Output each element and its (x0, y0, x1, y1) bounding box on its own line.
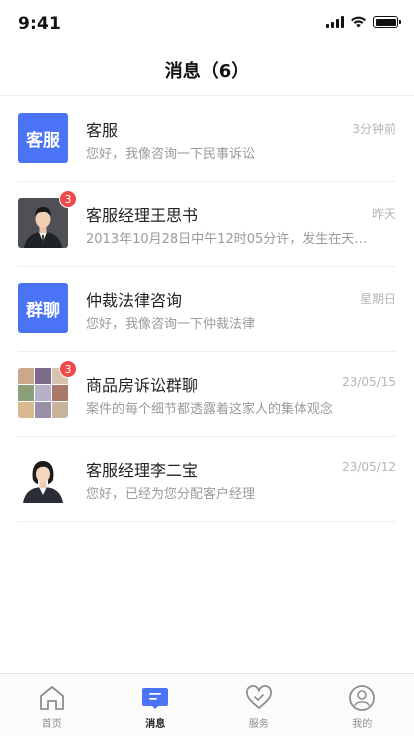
conversation-name: 客服经理李二宝 (86, 461, 199, 480)
battery-icon (373, 16, 401, 28)
status-icons (326, 16, 401, 28)
status-time: 9:41 (18, 14, 62, 34)
conversation-time: 23/05/15 (342, 375, 396, 389)
tab-home[interactable]: 首页 (0, 674, 104, 736)
avatar: 群聊 (18, 283, 68, 333)
conversation-time: 星期日 (359, 292, 396, 306)
avatar: 3 (18, 190, 77, 248)
conversation-item-arbitration[interactable]: 群聊 仲裁法律咨询 星期日 您好，我像咨询一下仲裁法律 (18, 267, 396, 352)
status-bar: 9:41 (0, 0, 414, 44)
conversation-name: 客服 (86, 121, 119, 140)
conversation-item-manager-wang[interactable]: 3 客服经理王思书 昨天 2013年10月28日中午12时05分许，发生在天… (18, 182, 396, 267)
conversation-time: 昨天 (371, 207, 396, 221)
avatar: 客服 (18, 113, 68, 163)
conversation-preview: 2013年10月28日中午12时05分许，发生在天… (86, 232, 368, 247)
tab-label: 首页 (41, 719, 62, 730)
group-avatar-icon (18, 368, 68, 418)
message-icon (140, 683, 170, 713)
avatar-tile: 客服 (18, 113, 68, 163)
home-icon (37, 683, 67, 713)
tab-label: 服务 (248, 719, 269, 730)
heart-icon (244, 683, 274, 713)
unread-badge: 3 (59, 360, 77, 378)
conversation-name: 客服经理王思书 (86, 206, 199, 225)
person-avatar-icon (18, 453, 68, 503)
tab-messages[interactable]: 消息 (104, 674, 208, 736)
conversation-name: 仲裁法律咨询 (86, 291, 183, 310)
avatar: 3 (18, 360, 77, 418)
conversation-time: 23/05/12 (342, 460, 396, 474)
conversation-preview: 您好，我像咨询一下民事诉讼 (86, 147, 256, 162)
message-list: 客服 客服 3分钟前 您好，我像咨询一下民事诉讼 3 客服经理王思书 昨天 20… (0, 97, 414, 522)
conversation-name: 商品房诉讼群聊 (86, 376, 199, 395)
conversation-preview: 您好，我像咨询一下仲裁法律 (86, 317, 256, 332)
wifi-icon (351, 16, 366, 28)
nav-header: 消息（6） (0, 44, 414, 96)
avatar-tile: 群聊 (18, 283, 68, 333)
conversation-item-customer-service[interactable]: 客服 客服 3分钟前 您好，我像咨询一下民事诉讼 (18, 97, 396, 182)
tab-label: 消息 (145, 719, 166, 730)
conversation-item-manager-li[interactable]: 客服经理李二宝 23/05/12 您好，已经为您分配客户经理 (18, 437, 396, 522)
avatar (18, 453, 68, 503)
page-title: 消息（6） (164, 60, 250, 82)
tab-services[interactable]: 服务 (207, 674, 311, 736)
conversation-item-housing-group[interactable]: 3 商品房诉讼群聊 23/05/15 案件的每个细节都透露着这家人的集体观念 (18, 352, 396, 437)
tab-label: 我的 (352, 719, 373, 730)
signal-icon (326, 16, 344, 28)
person-avatar-icon (18, 198, 68, 248)
conversation-preview: 案件的每个细节都透露着这家人的集体观念 (86, 402, 334, 417)
profile-icon (347, 683, 377, 713)
tab-profile[interactable]: 我的 (311, 674, 414, 736)
conversation-preview: 您好，已经为您分配客户经理 (86, 487, 256, 502)
unread-badge: 3 (59, 190, 77, 208)
tab-bar: 首页 消息 服务 我的 (0, 673, 414, 736)
conversation-time: 3分钟前 (352, 122, 396, 136)
